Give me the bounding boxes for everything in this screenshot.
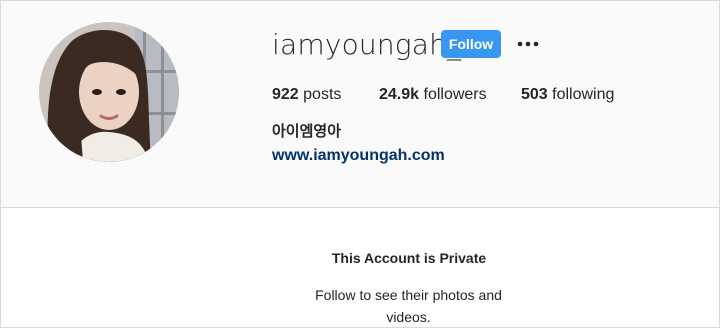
followers-label: followers	[419, 86, 487, 103]
followers-stat[interactable]: 24.9k followers	[379, 86, 487, 104]
posts-stat[interactable]: 922 posts	[272, 86, 341, 104]
profile-header: iamyoungah_ Follow 922 posts 24.9k follo…	[1, 1, 719, 208]
username: iamyoungah_	[272, 28, 462, 61]
more-options-icon[interactable]	[516, 36, 540, 52]
posts-label: posts	[298, 86, 342, 103]
full-name: 아이엠영아	[272, 122, 342, 140]
following-count: 503	[521, 86, 548, 103]
followers-count: 24.9k	[379, 86, 420, 103]
following-label: following	[547, 86, 615, 103]
posts-count: 922	[272, 86, 299, 103]
follow-button[interactable]: Follow	[441, 30, 501, 58]
profile-page: iamyoungah_ Follow 922 posts 24.9k follo…	[0, 0, 720, 328]
website-link[interactable]: www.iamyoungah.com	[272, 147, 445, 165]
avatar[interactable]	[39, 22, 179, 162]
private-account-subtitle: Follow to see their photos and videos.	[315, 287, 502, 325]
following-stat[interactable]: 503 following	[521, 86, 614, 104]
profile-photo	[39, 22, 179, 162]
private-account-title: This Account is Private	[331, 250, 487, 266]
